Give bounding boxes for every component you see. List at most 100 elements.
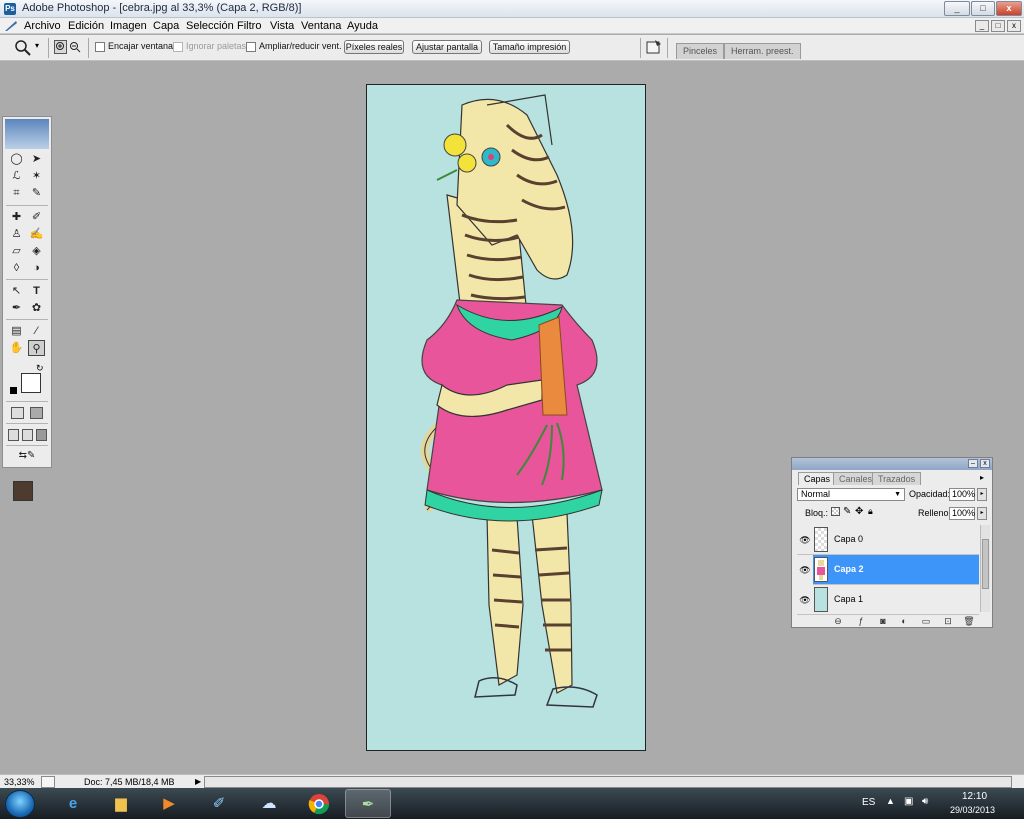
document-canvas[interactable] <box>366 84 646 751</box>
layer-mask-icon[interactable]: ◙ <box>877 616 889 626</box>
layer-row-capa-2[interactable]: 👁︎ Capa 2 <box>797 555 979 585</box>
zoom-tool-icon[interactable] <box>14 39 32 57</box>
slice-tool-icon[interactable]: ✎ <box>28 185 45 201</box>
standard-screen-mode-icon[interactable] <box>8 429 19 441</box>
blur-tool-icon[interactable]: ◊ <box>8 260 25 276</box>
file-explorer-icon[interactable]: ▆ <box>98 789 144 818</box>
menu-edicion[interactable]: Edición <box>68 19 104 33</box>
clock-date[interactable]: 29/03/2013 <box>950 805 995 815</box>
lock-all-icon[interactable]: 🔒︎ <box>868 506 873 517</box>
crop-tool-icon[interactable]: ⌗ <box>8 185 25 201</box>
full-screen-mode-icon[interactable] <box>36 429 47 441</box>
menu-ventana[interactable]: Ventana <box>301 19 341 33</box>
foreground-color-swatch[interactable] <box>13 481 33 501</box>
zoom-tool-icon[interactable]: ⚲ <box>28 340 45 356</box>
doc-close-button[interactable]: x <box>1007 20 1021 32</box>
menu-seleccion[interactable]: Selección <box>186 19 234 33</box>
layers-scrollbar[interactable] <box>980 525 990 612</box>
hand-tool-icon[interactable]: ✋ <box>8 340 25 356</box>
eye-icon[interactable]: 👁︎ <box>797 585 813 615</box>
lock-pixels-icon[interactable]: ✎ <box>843 506 851 517</box>
healing-brush-tool-icon[interactable]: ✚ <box>8 209 25 225</box>
layer-row-capa-1[interactable]: 👁︎ Capa 1 <box>797 585 979 615</box>
resize-windows-checkbox[interactable] <box>246 42 256 52</box>
zoom-level[interactable]: 33,33% <box>4 776 35 788</box>
zoom-in-icon[interactable] <box>54 40 67 54</box>
default-colors-icon[interactable] <box>10 387 17 394</box>
tool-preset-dropdown-icon[interactable]: ▾ <box>35 41 39 50</box>
fit-window-checkbox[interactable] <box>95 42 105 52</box>
lock-position-icon[interactable]: ✥ <box>855 506 863 517</box>
fill-slider-arrow[interactable]: ▸ <box>977 507 987 520</box>
move-tool-icon[interactable]: ➤ <box>28 151 45 167</box>
network-app-icon[interactable]: ☁ <box>246 789 292 818</box>
media-player-icon[interactable]: ▶ <box>146 789 192 818</box>
adjustment-layer-icon[interactable]: ◐ <box>898 616 910 626</box>
fit-screen-button[interactable]: Ajustar pantalla <box>412 40 482 54</box>
scrollbar-thumb[interactable] <box>982 539 989 589</box>
swap-colors-icon[interactable]: ↻ <box>36 363 44 374</box>
type-tool-icon[interactable]: T <box>28 283 45 299</box>
layer-row-capa-0[interactable]: 👁︎ Capa 0 <box>797 525 979 555</box>
marquee-tool-icon[interactable]: ◯ <box>8 151 25 167</box>
internet-explorer-icon[interactable]: e <box>50 789 96 818</box>
notes-tool-icon[interactable]: ▤ <box>8 323 25 339</box>
doc-minimize-button[interactable]: _ <box>975 20 989 32</box>
panel-minimize-icon[interactable]: – <box>968 459 978 468</box>
full-screen-menu-mode-icon[interactable] <box>22 429 33 441</box>
menu-capa[interactable]: Capa <box>153 19 179 33</box>
tab-capas[interactable]: Capas <box>798 472 837 485</box>
palette-tab-herram-preest[interactable]: Herram. preest. <box>724 43 801 59</box>
opacity-slider-arrow[interactable]: ▸ <box>977 488 987 501</box>
clock-time[interactable]: 12:10 <box>962 791 987 802</box>
menu-filtro[interactable]: Filtro <box>237 19 261 33</box>
quick-mask-mode-icon[interactable] <box>30 407 43 419</box>
dodge-tool-icon[interactable]: ◑ <box>28 260 45 276</box>
history-brush-tool-icon[interactable]: ✍ <box>28 226 45 242</box>
menu-ayuda[interactable]: Ayuda <box>347 19 378 33</box>
delete-layer-icon[interactable]: 🗑︎ <box>963 616 975 626</box>
minimize-button[interactable]: _ <box>944 1 970 16</box>
pen-tool-icon[interactable]: ✒ <box>8 300 25 316</box>
brush-tool-icon[interactable]: ✐ <box>28 209 45 225</box>
zoom-out-icon[interactable] <box>68 40 81 54</box>
photoshop-taskbar-icon[interactable]: ✒ <box>345 789 391 818</box>
panel-menu-icon[interactable]: ▸ <box>980 473 984 482</box>
eye-icon[interactable]: 👁︎ <box>797 555 813 585</box>
clone-stamp-tool-icon[interactable]: ♙ <box>8 226 25 242</box>
tab-trazados[interactable]: Trazados <box>872 472 922 485</box>
menu-imagen[interactable]: Imagen <box>110 19 147 33</box>
background-color-swatch[interactable] <box>21 373 41 393</box>
maximize-button[interactable]: □ <box>971 1 995 16</box>
magic-wand-tool-icon[interactable]: ✶ <box>28 168 45 184</box>
paint-app-icon[interactable]: ✐ <box>196 789 242 818</box>
network-icon[interactable]: ▣ <box>904 796 913 807</box>
new-layer-icon[interactable]: ⊡ <box>942 616 954 626</box>
horizontal-scrollbar[interactable] <box>204 776 1012 788</box>
lock-transparency-icon[interactable] <box>831 507 840 516</box>
close-button[interactable]: x <box>996 1 1022 16</box>
custom-shape-tool-icon[interactable]: ✿ <box>28 300 45 316</box>
lasso-tool-icon[interactable]: ℒ <box>8 168 25 184</box>
palette-well-icon[interactable] <box>646 39 663 55</box>
start-button[interactable] <box>5 790 35 818</box>
jump-to-imageready-icon[interactable]: ⇆✎ <box>9 448 45 464</box>
doc-restore-button[interactable]: □ <box>991 20 1005 32</box>
eyedropper-tool-icon[interactable]: ⁄ <box>28 323 45 339</box>
menu-vista[interactable]: Vista <box>270 19 294 33</box>
new-group-icon[interactable]: ▭ <box>920 616 932 626</box>
print-size-button[interactable]: Tamaño impresión <box>489 40 570 54</box>
language-indicator[interactable]: ES <box>862 797 875 808</box>
menu-archivo[interactable]: Archivo <box>24 19 61 33</box>
path-selection-tool-icon[interactable]: ↖ <box>8 283 25 299</box>
link-layers-icon[interactable]: ⊖ <box>832 616 844 626</box>
paint-bucket-tool-icon[interactable]: ◈ <box>28 243 45 259</box>
standard-mode-icon[interactable] <box>11 407 24 419</box>
panel-close-icon[interactable]: x <box>980 459 990 468</box>
volume-icon[interactable]: 🔊︎ <box>922 796 928 807</box>
blend-mode-select[interactable]: Normal ▼ <box>797 488 905 501</box>
status-bar-menu-icon[interactable] <box>41 776 55 788</box>
eraser-tool-icon[interactable]: ▱ <box>8 243 25 259</box>
show-hidden-icons-icon[interactable]: ▲ <box>886 796 895 806</box>
actual-pixels-button[interactable]: Píxeles reales <box>344 40 404 54</box>
